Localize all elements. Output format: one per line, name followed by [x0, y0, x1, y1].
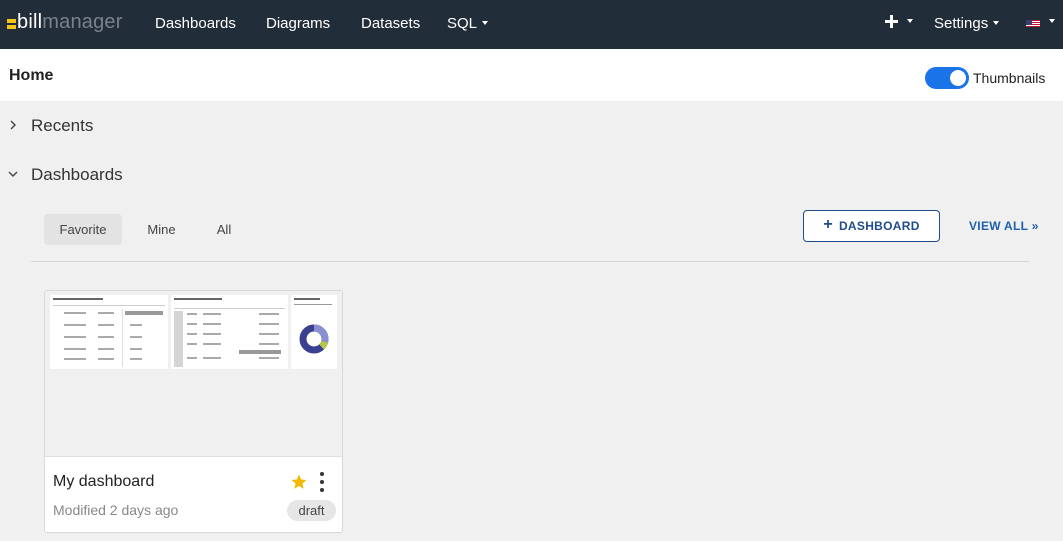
dashboard-card[interactable]: My dashboard Modified 2 days ago draft — [44, 290, 343, 533]
chevron-down-icon[interactable] — [907, 19, 913, 23]
thumbnail-panel — [50, 295, 168, 369]
thumbnail-panel — [291, 295, 337, 369]
view-all-link[interactable]: VIEW ALL » — [969, 219, 1039, 233]
status-badge: draft — [287, 500, 336, 521]
thumbnail-panel — [171, 295, 288, 369]
favorite-star-icon[interactable] — [290, 473, 308, 491]
toggle-knob — [950, 70, 966, 86]
add-dashboard-label: DASHBOARD — [838, 219, 920, 233]
tab-mine[interactable]: Mine — [134, 214, 189, 245]
page-header: Home Thumbnails — [0, 49, 1063, 101]
recents-section-toggle[interactable]: Recents — [0, 114, 400, 138]
more-options-icon[interactable] — [318, 472, 326, 492]
nav-dashboards[interactable]: Dashboards — [155, 15, 236, 33]
recents-label: Recents — [31, 116, 94, 135]
dashboard-thumbnail[interactable] — [45, 291, 342, 457]
chevron-down-icon — [993, 21, 1000, 26]
chevron-down-icon — [482, 21, 489, 26]
create-plus-icon[interactable] — [885, 15, 898, 28]
top-navbar: billmanager Dashboards Diagrams Datasets… — [0, 0, 1063, 49]
chevron-right-icon — [10, 120, 16, 130]
nav-diagrams[interactable]: Diagrams — [266, 15, 330, 33]
thumbnails-label: Thumbnails — [973, 70, 1046, 86]
settings-dropdown[interactable]: Settings — [934, 15, 1000, 33]
nav-datasets[interactable]: Datasets — [361, 15, 420, 33]
nav-sql-dropdown[interactable]: SQL — [447, 15, 489, 33]
donut-chart-icon — [299, 324, 329, 354]
tab-favorite[interactable]: Favorite — [44, 214, 122, 245]
dashboard-card-modified: Modified 2 days ago — [53, 502, 179, 518]
logo-text-bill: bill — [17, 11, 43, 33]
logo-text-manager: manager — [42, 11, 123, 33]
divider — [31, 261, 1029, 262]
app-logo[interactable]: billmanager — [7, 11, 123, 33]
add-dashboard-button[interactable]: + DASHBOARD — [803, 210, 940, 242]
us-flag-icon[interactable] — [1026, 17, 1040, 27]
settings-label: Settings — [934, 15, 989, 32]
nav-sql-label: SQL — [447, 15, 478, 32]
dashboards-label: Dashboards — [31, 165, 123, 184]
plus-icon: + — [823, 216, 833, 233]
page-title: Home — [9, 67, 54, 84]
tab-all[interactable]: All — [203, 214, 245, 245]
dashboard-card-title[interactable]: My dashboard — [53, 473, 154, 491]
chevron-down-icon — [8, 171, 18, 177]
chevron-down-icon[interactable] — [1049, 19, 1055, 23]
thumbnails-toggle[interactable] — [925, 67, 969, 89]
dashboards-section-toggle[interactable]: Dashboards — [0, 163, 400, 187]
logo-mark-icon — [7, 18, 16, 29]
